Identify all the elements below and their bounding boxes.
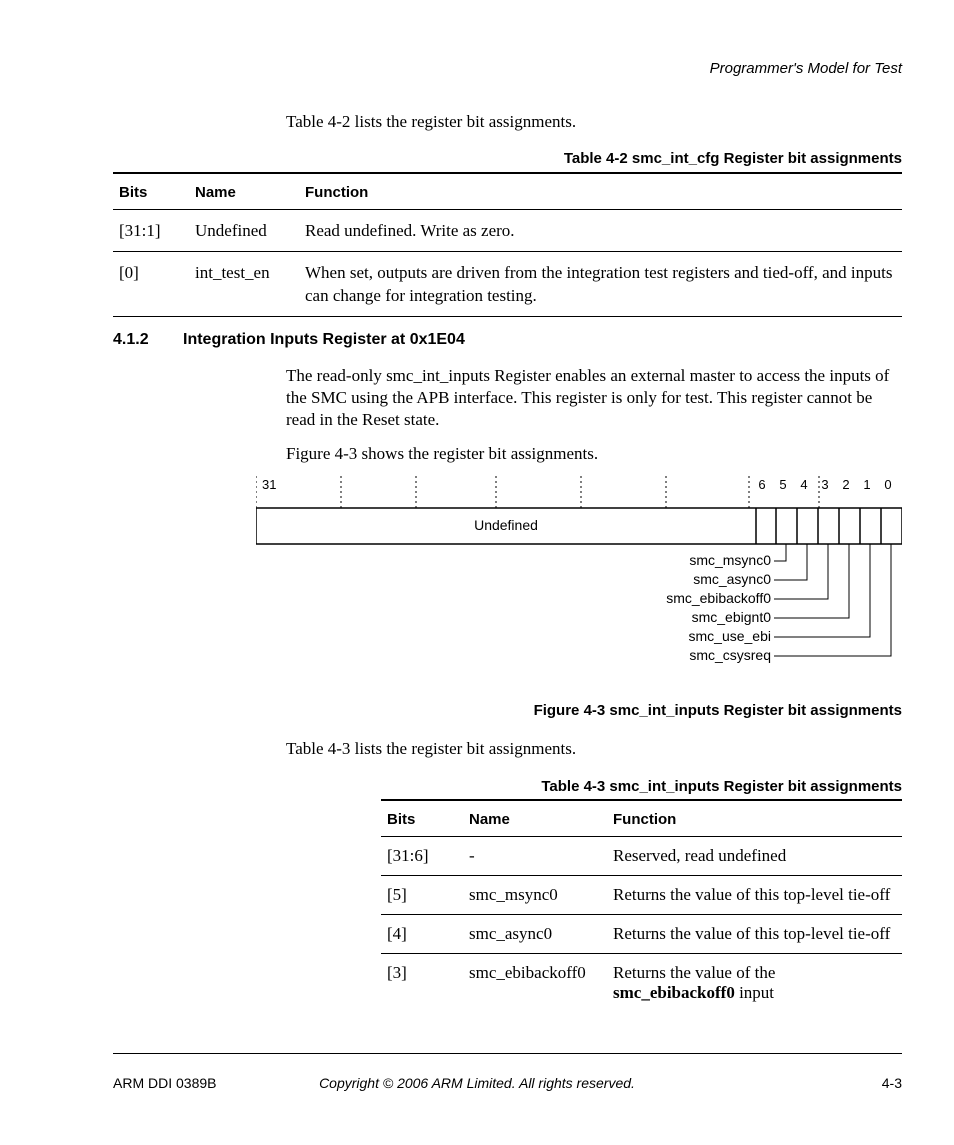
table-row: [5] smc_msync0 Returns the value of this… — [381, 876, 902, 915]
figure-signal-label: smc_use_ebi — [689, 628, 772, 644]
col-header-function: Function — [299, 173, 902, 210]
cell-func: Reserved, read undefined — [607, 837, 902, 876]
cell-func: Returns the value of this top-level tie-… — [607, 915, 902, 954]
cell-name: Undefined — [189, 210, 299, 252]
table-row: Bits Name Function — [113, 173, 902, 210]
cell-bits: [5] — [381, 876, 463, 915]
cell-name: int_test_en — [189, 251, 299, 316]
cell-name: smc_ebibackoff0 — [463, 954, 607, 1013]
cell-bits: [3] — [381, 954, 463, 1013]
body-paragraph: Figure 4-3 shows the register bit assign… — [286, 444, 902, 464]
cell-name: smc_async0 — [463, 915, 607, 954]
figure-signal-label: smc_msync0 — [689, 552, 771, 568]
cell-func-pre: Returns the value of the — [613, 963, 775, 982]
table-row: Bits Name Function — [381, 800, 902, 837]
footer-page-number: 4-3 — [882, 1075, 902, 1091]
cell-bits: [0] — [113, 251, 189, 316]
col-header-name: Name — [463, 800, 607, 837]
cell-name: - — [463, 837, 607, 876]
bit-label: 2 — [842, 477, 849, 492]
figure-signal-label: smc_csysreq — [689, 647, 771, 663]
bit-label: 31 — [262, 477, 276, 492]
table-row: [0] int_test_en When set, outputs are dr… — [113, 251, 902, 316]
cell-func-post: input — [735, 983, 774, 1002]
bit-label: 1 — [863, 477, 870, 492]
section-number: 4.1.2 — [113, 331, 149, 349]
cell-func-bold: smc_ebibackoff0 — [613, 983, 735, 1002]
cell-bits: [4] — [381, 915, 463, 954]
table-row: [31:6] - Reserved, read undefined — [381, 837, 902, 876]
cell-func: Returns the value of the smc_ebibackoff0… — [607, 954, 902, 1013]
figure-undefined-label: Undefined — [474, 517, 538, 533]
cell-func: Returns the value of this top-level tie-… — [607, 876, 902, 915]
bit-label: 3 — [821, 477, 828, 492]
cell-func: When set, outputs are driven from the in… — [299, 251, 902, 316]
cell-func: Read undefined. Write as zero. — [299, 210, 902, 252]
col-header-bits: Bits — [113, 173, 189, 210]
figure-4-3: 31 6 5 4 3 2 1 0 Undefined smc_msync0 sm… — [256, 476, 902, 676]
figure-signal-label: smc_ebibackoff0 — [666, 590, 771, 606]
cell-name: smc_msync0 — [463, 876, 607, 915]
figure-4-3-caption: Figure 4-3 smc_int_inputs Register bit a… — [534, 702, 902, 719]
body-paragraph: The read-only smc_int_inputs Register en… — [286, 365, 902, 431]
table-4-3-caption: Table 4-3 smc_int_inputs Register bit as… — [541, 778, 902, 795]
figure-signal-label: smc_ebignt0 — [692, 609, 772, 625]
footer-copyright: Copyright © 2006 ARM Limited. All rights… — [0, 1075, 954, 1091]
figure-signal-label: smc_async0 — [693, 571, 771, 587]
table-4-2-caption: Table 4-2 smc_int_cfg Register bit assig… — [564, 150, 902, 167]
running-header: Programmer's Model for Test — [710, 60, 902, 77]
col-header-function: Function — [607, 800, 902, 837]
cell-bits: [31:6] — [381, 837, 463, 876]
table-4-3: Bits Name Function [31:6] - Reserved, re… — [381, 799, 902, 1012]
footer-rule — [113, 1053, 902, 1054]
intro-paragraph-1: Table 4-2 lists the register bit assignm… — [286, 112, 906, 132]
bit-label: 0 — [884, 477, 891, 492]
col-header-name: Name — [189, 173, 299, 210]
cell-bits: [31:1] — [113, 210, 189, 252]
bit-label: 6 — [758, 477, 765, 492]
bit-label: 5 — [779, 477, 786, 492]
table-row: [4] smc_async0 Returns the value of this… — [381, 915, 902, 954]
table-4-2: Bits Name Function [31:1] Undefined Read… — [113, 172, 902, 317]
col-header-bits: Bits — [381, 800, 463, 837]
bit-label: 4 — [800, 477, 807, 492]
body-paragraph: Table 4-3 lists the register bit assignm… — [286, 739, 902, 759]
table-row: [31:1] Undefined Read undefined. Write a… — [113, 210, 902, 252]
table-row: [3] smc_ebibackoff0 Returns the value of… — [381, 954, 902, 1013]
section-title: Integration Inputs Register at 0x1E04 — [183, 331, 465, 349]
